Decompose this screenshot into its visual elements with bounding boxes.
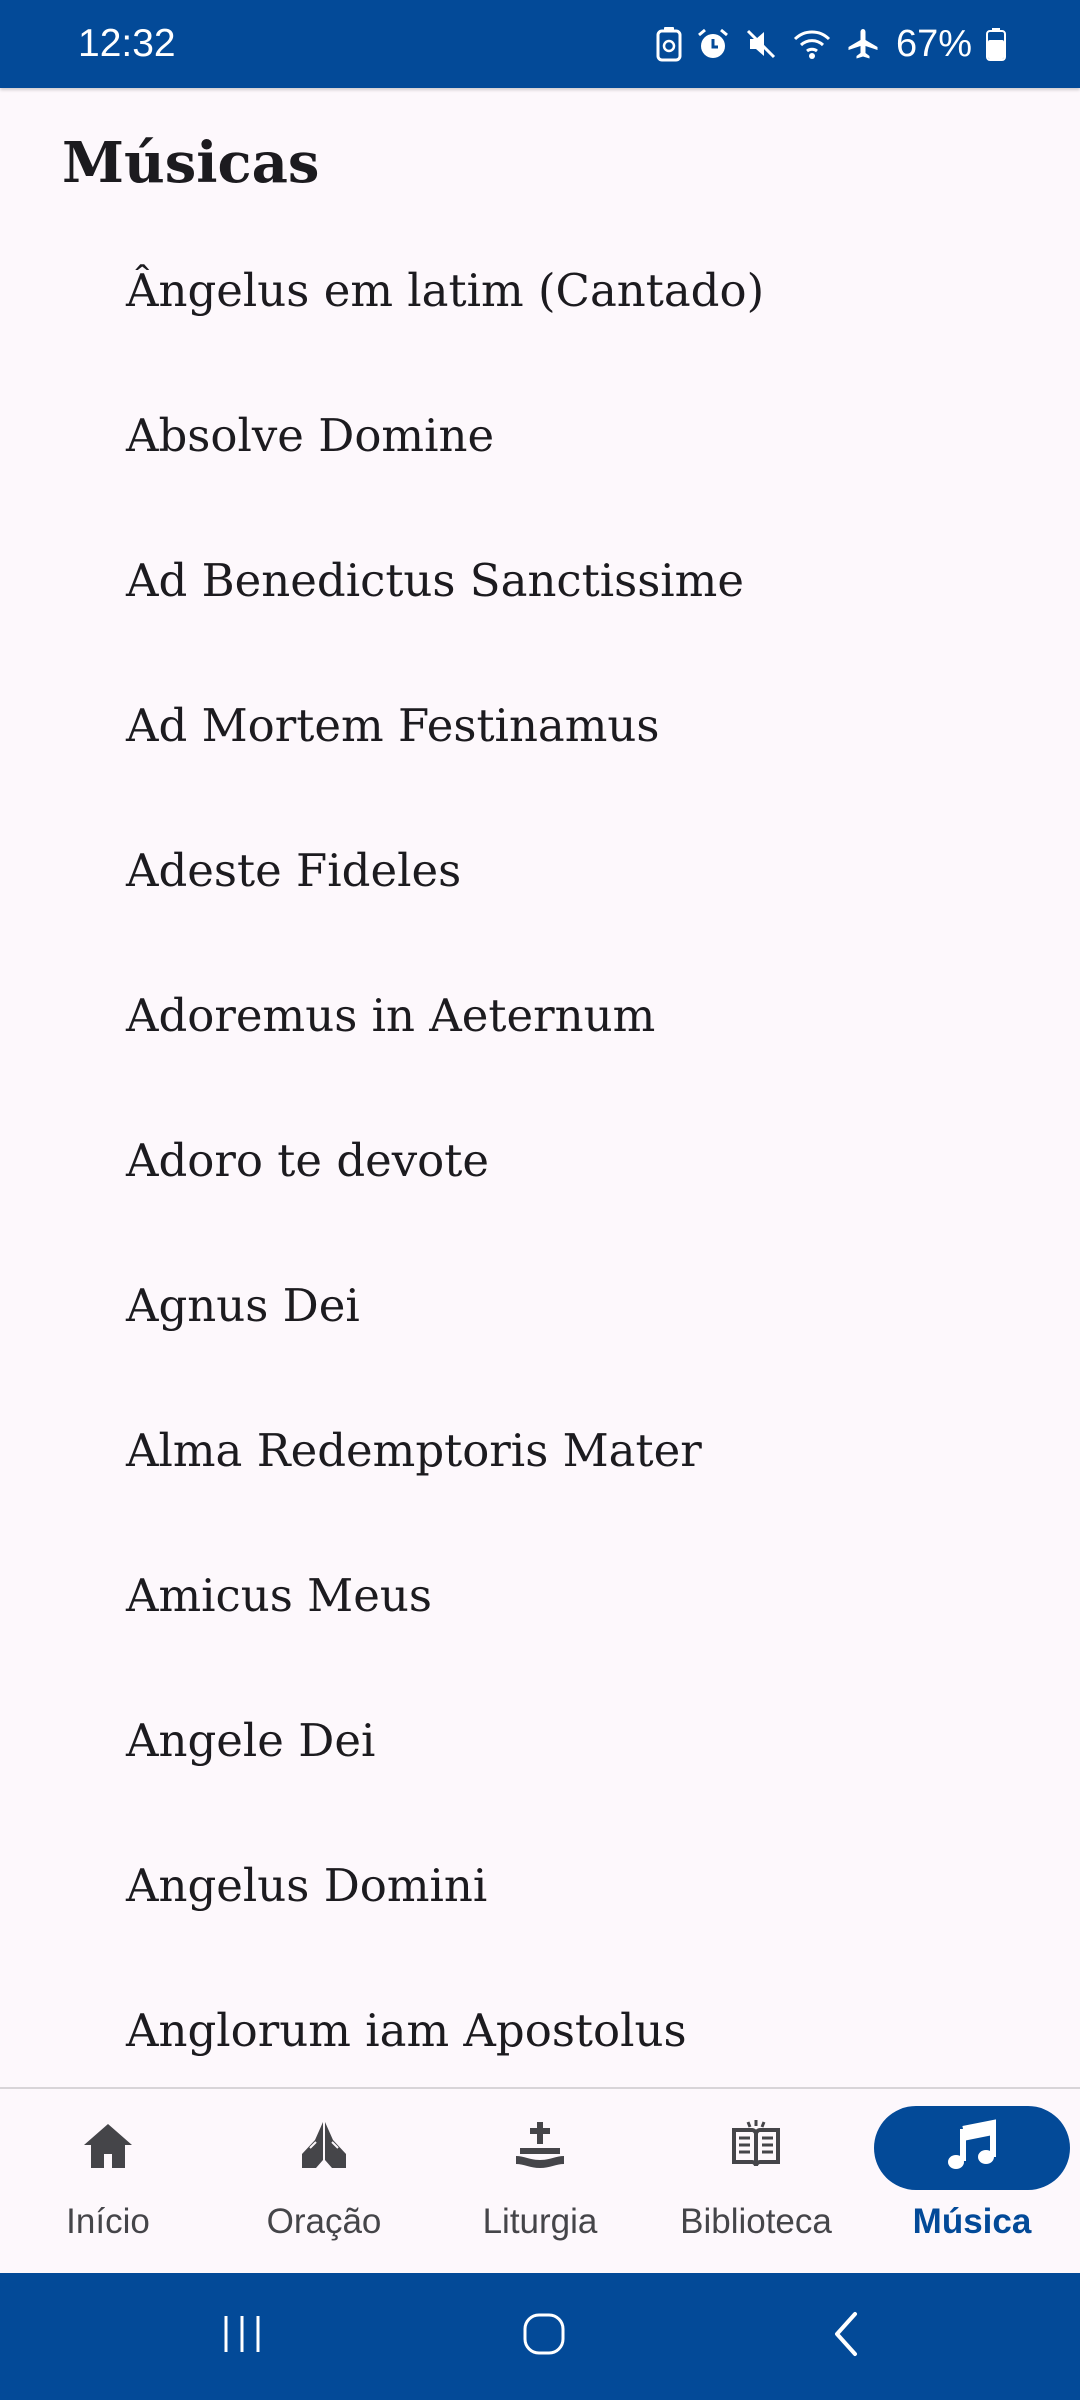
bottom-nav: Início Oração Liturgia Biblioteca Música [0,2087,1080,2273]
song-item[interactable]: Adoremus in Aeternum [0,943,1080,1088]
nav-label: Música [912,2202,1032,2241]
battery-icon [986,27,1006,61]
song-item[interactable]: Angele Dei [0,1668,1080,1813]
nav-indicator [226,2106,422,2190]
main-content: Músicas Ângelus em latim (Cantado) Absol… [0,88,1080,2087]
nav-indicator [658,2106,854,2190]
mute-icon [744,27,778,61]
song-title: Angele Dei [126,1714,376,1767]
nav-label: Liturgia [482,2202,598,2241]
music-note-icon [943,2117,1001,2180]
song-list: Ângelus em latim (Cantado) Absolve Domin… [0,218,1080,2087]
song-item[interactable]: Ad Benedictus Sanctissime [0,508,1080,653]
nav-indicator-active [874,2106,1070,2190]
nav-item-inicio[interactable]: Início [0,2089,216,2273]
home-system-button[interactable] [484,2273,604,2400]
back-button[interactable] [786,2273,906,2400]
book-icon [728,2118,784,2179]
nav-item-musica[interactable]: Música [864,2089,1080,2273]
status-time: 12:32 [78,22,176,65]
song-title: Adoremus in Aeternum [126,989,656,1042]
song-item[interactable]: Adeste Fideles [0,798,1080,943]
song-title: Angelus Domini [126,1859,488,1912]
recents-button[interactable] [182,2273,302,2400]
airplane-icon [846,27,880,61]
song-item[interactable]: Absolve Domine [0,363,1080,508]
song-item[interactable]: Ângelus em latim (Cantado) [0,218,1080,363]
nav-item-oracao[interactable]: Oração [216,2089,432,2273]
system-nav-bar [0,2273,1080,2400]
song-item[interactable]: Adoro te devote [0,1088,1080,1233]
battery-saver-icon [656,26,682,62]
alarm-icon [696,27,730,61]
song-item[interactable]: Angelus Domini [0,1813,1080,1958]
wifi-icon [792,27,832,61]
song-title: Absolve Domine [126,409,495,462]
song-item[interactable]: Amicus Meus [0,1523,1080,1668]
song-title: Alma Redemptoris Mater [126,1424,702,1477]
song-title: Adeste Fideles [126,844,462,897]
nav-indicator [10,2106,206,2190]
song-item[interactable]: Anglorum iam Apostolus [0,1958,1080,2087]
song-title: Amicus Meus [126,1569,432,1622]
nav-label: Início [66,2202,150,2241]
church-icon [512,2118,568,2179]
status-bar: 12:32 67% [0,0,1080,88]
status-icons: 67% [656,23,1006,66]
song-item[interactable]: Ad Mortem Festinamus [0,653,1080,798]
home-icon [80,2118,136,2179]
song-title: Adoro te devote [126,1134,489,1187]
nav-label: Oração [266,2202,382,2241]
song-title: Ad Benedictus Sanctissime [126,554,744,607]
nav-label: Biblioteca [680,2202,832,2241]
nav-indicator [442,2106,638,2190]
page-title: Músicas [62,130,320,196]
song-title: Ângelus em latim (Cantado) [126,264,765,317]
nav-item-liturgia[interactable]: Liturgia [432,2089,648,2273]
song-item[interactable]: Alma Redemptoris Mater [0,1378,1080,1523]
song-title: Ad Mortem Festinamus [126,699,660,752]
back-icon [831,2310,861,2363]
song-item[interactable]: Agnus Dei [0,1233,1080,1378]
recents-icon [220,2314,264,2359]
song-title: Anglorum iam Apostolus [126,2004,687,2057]
home-circle-icon [522,2312,566,2361]
song-title: Agnus Dei [126,1279,360,1332]
nav-item-biblioteca[interactable]: Biblioteca [648,2089,864,2273]
praying-hands-icon [296,2118,352,2179]
battery-percent: 67% [895,22,972,65]
